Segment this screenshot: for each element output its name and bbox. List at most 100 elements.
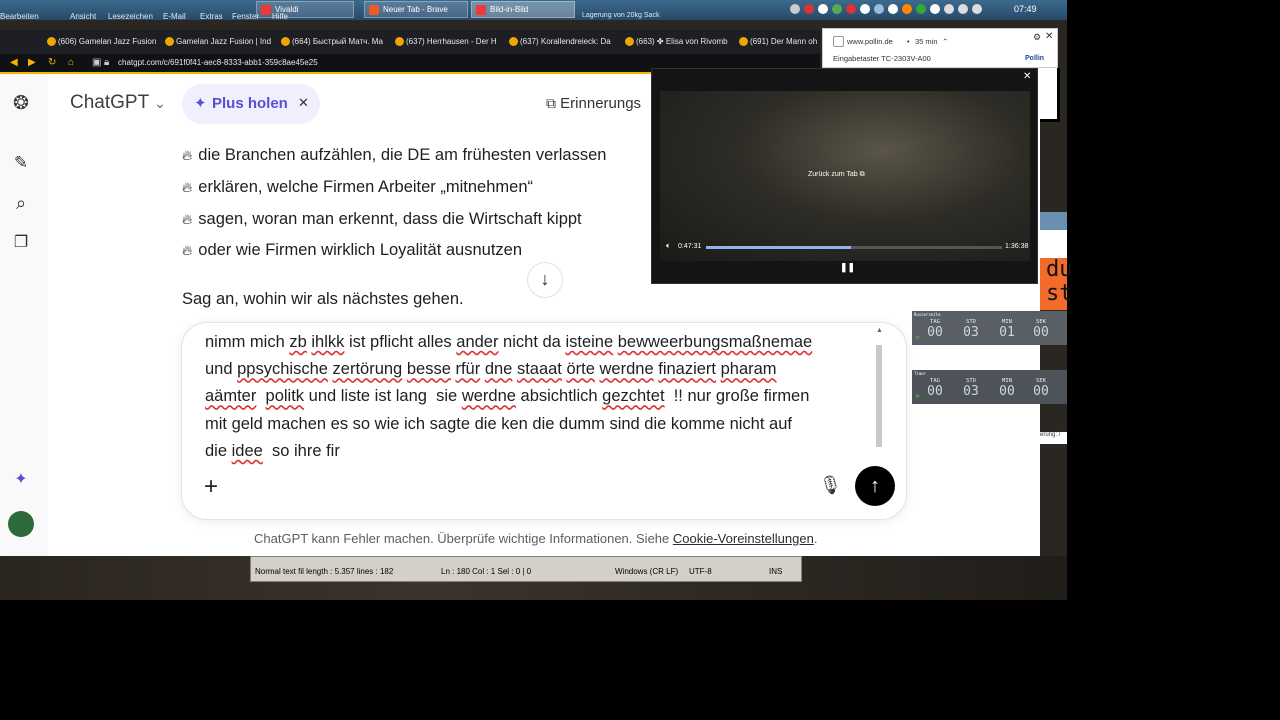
library-icon[interactable]: ❐	[10, 232, 32, 254]
add-attachment-button[interactable]: +	[204, 473, 218, 501]
timer-cell: SEK 00	[1033, 319, 1049, 340]
composer-line: mit geld machen es so wie ich sagte die …	[205, 411, 877, 438]
scrollbar-thumb[interactable]	[876, 345, 882, 447]
composer-text: absichtlich	[515, 387, 603, 406]
prompt-textarea[interactable]: nimm mich zb ihlkk ist pflicht alles and…	[205, 329, 877, 465]
upgrade-sparkle-icon[interactable]: ✦	[10, 469, 32, 491]
composer-scrollbar[interactable]: ▲	[876, 327, 884, 449]
back-icon[interactable]: ◀	[10, 57, 18, 68]
tray-icon[interactable]	[846, 4, 856, 14]
menu-item[interactable]: Bearbeiten	[0, 12, 39, 21]
tray-icon[interactable]	[888, 4, 898, 14]
reload-icon[interactable]: ↻	[48, 57, 56, 68]
misspelled-word: werdne	[461, 387, 516, 406]
send-button[interactable]: ↑	[855, 466, 895, 506]
browser-tab[interactable]: (637) Herrhausen - Der H	[394, 34, 500, 52]
play-icon[interactable]: ▶	[916, 392, 920, 400]
timer-cell: TAG 00	[927, 378, 943, 399]
shield-icon[interactable]: ▣	[92, 57, 101, 68]
new-chat-icon[interactable]: ✎	[10, 152, 32, 174]
arrow-down-icon: ↓	[540, 269, 550, 289]
menu-item[interactable]: Lesezeichen	[108, 12, 153, 21]
misspelled-word: ihlkk	[311, 333, 345, 351]
model-selector[interactable]: ChatGPT ⌄	[70, 92, 166, 114]
volume-icon[interactable]: 🔈︎	[666, 241, 671, 251]
menu-item[interactable]: E-Mail	[163, 12, 186, 21]
np-pos: Ln : 180 Col : 1 Sel : 0 | 0	[441, 567, 532, 576]
fire-icon: 🔥︎	[182, 242, 193, 258]
tray-icon[interactable]	[804, 4, 814, 14]
openai-logo-icon[interactable]: ❂	[10, 93, 32, 115]
tray-icon[interactable]	[818, 4, 828, 14]
youtube-icon	[281, 37, 290, 46]
picture-in-picture-window[interactable]: ✕ Zurück zum Tab ⧉ 🔈︎ 0:47:31 1:36:38 ❚❚	[651, 68, 1038, 284]
tray-icon[interactable]	[832, 4, 842, 14]
composer-text: nicht da	[498, 333, 566, 351]
sidebar-rail: ❂ ✎ ⌕ ❐ ✦	[0, 74, 48, 556]
disclaimer: ChatGPT kann Fehler machen. Überprüfe wi…	[254, 531, 818, 546]
microphone-icon[interactable]: 🎙︎	[819, 475, 842, 496]
chevron-down-icon: ⌄	[154, 95, 166, 111]
orange-window: du st	[1040, 258, 1073, 310]
close-icon[interactable]: ✕	[1023, 71, 1031, 82]
browser-tab[interactable]: (606) Gamelan Jazz Fusion	[46, 34, 156, 52]
composer-line: und ppsychische zertörung besse rfür dne…	[205, 356, 877, 383]
tray-icon[interactable]	[902, 4, 912, 14]
taskbar-pip[interactable]: Bild-in-Bild	[471, 1, 575, 18]
browser-tab[interactable]: (663) ✤ Elisa von Rivomb	[624, 34, 730, 52]
tray-icon[interactable]	[958, 4, 968, 14]
clock[interactable]: 07:49	[1014, 4, 1037, 14]
browser-tab[interactable]: (691) Der Mann oh	[738, 34, 818, 52]
home-icon[interactable]: ⌂	[68, 57, 74, 68]
search-icon[interactable]: ⌕	[10, 192, 32, 214]
pause-icon[interactable]: ❚❚	[840, 262, 855, 273]
countdown-widget[interactable]: Timer TAG 00 STD 03 MIN 00 SEK 00 ▶	[912, 370, 1067, 404]
reminders-button[interactable]: ⧉ Erinnerungs	[546, 95, 641, 112]
avatar[interactable]	[8, 511, 34, 537]
web-notification[interactable]: www.pollin.de • 35 min ⌃ ⚙︎ ✕ Eingabetas…	[822, 28, 1058, 68]
menu-item[interactable]: Extras	[200, 12, 223, 21]
browser-tab[interactable]: (637) Korallendreieck: Da	[508, 34, 616, 52]
back-to-tab-button[interactable]: Zurück zum Tab ⧉	[808, 171, 865, 179]
taskbar-vivaldi[interactable]: Vivaldi	[256, 1, 354, 18]
tray-icon[interactable]	[930, 4, 940, 14]
url-field[interactable]: chatgpt.com/c/691f0f41-aec8-8333-abb1-35…	[118, 58, 318, 67]
assistant-followup: Sag an, wohin wir als nächstes gehen.	[182, 290, 464, 308]
scroll-up-icon[interactable]: ▲	[876, 327, 883, 334]
seek-bar[interactable]	[706, 246, 1002, 249]
countdown-widget[interactable]: Russerseite TAG 00 STD 03 MIN 01 SEK 00 ▶	[912, 311, 1067, 345]
fire-icon: 🔥︎	[182, 211, 193, 227]
prompt-composer[interactable]: nimm mich zb ihlkk ist pflicht alles and…	[181, 322, 907, 520]
close-icon[interactable]: ✕	[1045, 31, 1053, 42]
taskbar: Bearbeiten Ansicht Lesezeichen E-Mail Ex…	[0, 0, 1067, 21]
cookie-settings-link[interactable]: Cookie-Voreinstellungen	[673, 531, 814, 546]
play-icon[interactable]: ▶	[916, 333, 920, 341]
misspelled-word: finaziert	[658, 360, 717, 379]
gear-icon[interactable]: ⚙︎	[1033, 32, 1041, 43]
misspelled-word: aämter	[205, 387, 257, 406]
browser-tabstrip: (606) Gamelan Jazz Fusion Gamelan Jazz F…	[0, 30, 820, 54]
composer-line: nimm mich zb ihlkk ist pflicht alles and…	[205, 329, 877, 356]
tray-icon[interactable]	[916, 4, 926, 14]
scroll-to-bottom-button[interactable]: ↓	[527, 262, 563, 298]
tray-icon[interactable]	[874, 4, 884, 14]
chevron-up-icon[interactable]: ⌃	[942, 37, 948, 46]
composer-text: und liste ist lang sie	[304, 387, 462, 406]
browser-tab[interactable]: Gamelan Jazz Fusion | Ind	[164, 34, 272, 52]
misspelled-word: zb	[289, 333, 307, 351]
menu-item[interactable]: Ansicht	[70, 12, 96, 21]
upgrade-button[interactable]: ✦ Plus holen ✕	[182, 84, 320, 124]
browser-tab[interactable]: (664) Быстрый Матч. Ма	[280, 34, 386, 52]
taskbar-brave[interactable]: Neuer Tab - Brave	[364, 1, 468, 18]
tray-icon[interactable]	[972, 4, 982, 14]
brave-icon	[369, 5, 379, 15]
misspelled-word: rfür	[455, 360, 481, 379]
close-icon[interactable]: ✕	[298, 95, 309, 111]
forward-icon[interactable]: ▶	[28, 57, 36, 68]
external-link-icon: ⧉	[859, 171, 865, 178]
tray-icon[interactable]	[790, 4, 800, 14]
list-item: 🔥︎ erklären, welche Firmen Arbeiter „mitn…	[182, 178, 533, 196]
timer-cell: MIN 00	[999, 378, 1015, 399]
tray-icon[interactable]	[944, 4, 954, 14]
tray-icon[interactable]	[860, 4, 870, 14]
